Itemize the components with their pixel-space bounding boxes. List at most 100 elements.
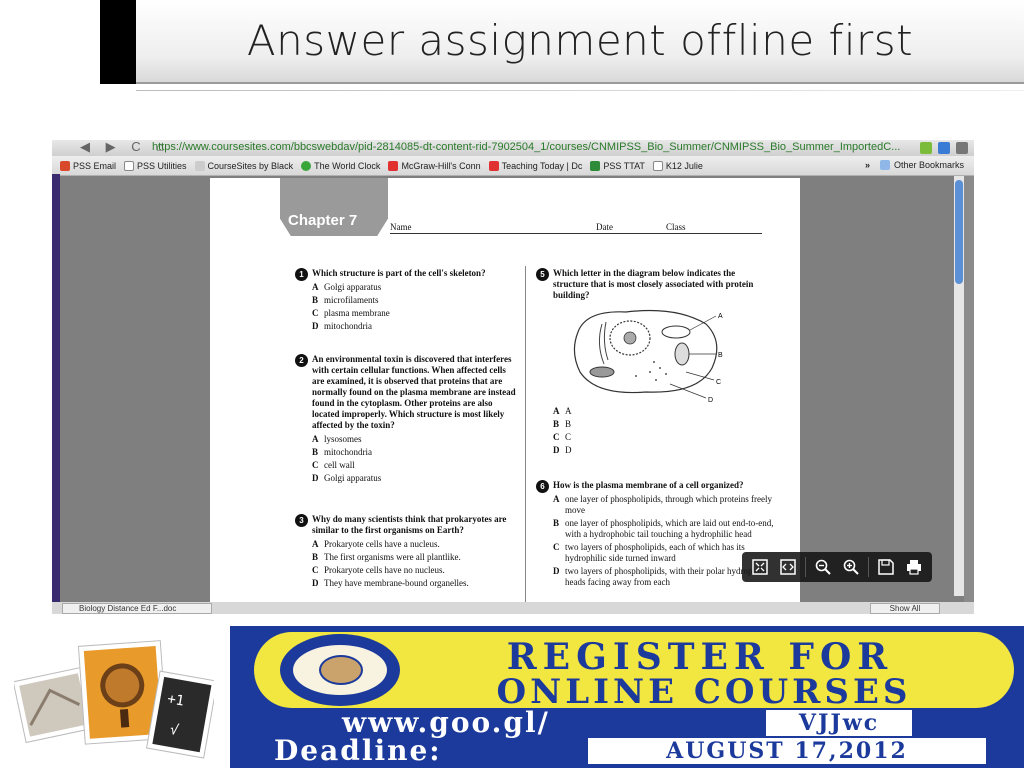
option-b: B The first organisms were all plantlike. [312, 552, 524, 563]
option-letter: A [312, 434, 319, 444]
url-text[interactable]: https://www.coursesites.com/bbcswebdav/p… [152, 141, 900, 153]
option-letter: D [312, 473, 319, 483]
chapter-label: Chapter 7 [288, 212, 358, 229]
download-bar: Biology Distance Ed F...doc Show All [52, 602, 974, 614]
question-stem: Why do many scientists think that prokar… [312, 514, 507, 535]
registration-banner: REGISTER FOR ONLINE COURSES www.goo.gl/ … [230, 626, 1024, 768]
class-label: Class [666, 222, 686, 232]
question-number: 5 [536, 268, 549, 281]
registration-url-code[interactable]: VJJwc [766, 710, 912, 736]
extension-icon[interactable] [920, 142, 932, 154]
option-letter: B [312, 295, 319, 305]
option-b: BB [553, 419, 613, 430]
title-accent-block [100, 0, 136, 84]
option-a: Aone layer of phospholipids, through whi… [553, 494, 779, 516]
option-text: Golgi apparatus [324, 282, 382, 292]
option-text: Prokaryote cells have no nucleus. [324, 565, 445, 575]
fit-width-button[interactable] [777, 556, 799, 578]
show-all-button[interactable]: Show All [870, 603, 940, 614]
save-button[interactable] [875, 556, 897, 578]
folder-icon [879, 160, 890, 170]
option-letter: A [312, 539, 319, 549]
option-text: The first organisms were all plantlike. [324, 552, 461, 562]
print-icon [907, 560, 921, 575]
diagram-label-d: D [708, 397, 713, 402]
bookmark-icon [488, 160, 499, 171]
toolbar-separator [868, 557, 869, 577]
deadline-date: AUGUST 17,2012 [588, 738, 986, 764]
page-icon [652, 160, 663, 171]
question-stem: An environmental toxin is discovered tha… [312, 354, 516, 430]
worksheet-page: Chapter 7 Name Date Class 1 Which struct… [210, 178, 800, 602]
sync-icon[interactable] [938, 142, 950, 154]
address-bar[interactable]: ◀ ▶ C ⌂ https://www.coursesites.com/bbcs… [52, 140, 974, 156]
download-item[interactable]: Biology Distance Ed F...doc [62, 603, 212, 614]
bookmark-k12-julie[interactable]: K12 Julie [652, 160, 703, 171]
bookmark-teaching-today[interactable]: Teaching Today | Dc [488, 160, 583, 171]
zoom-in-button[interactable] [840, 556, 862, 578]
option-text: D [565, 445, 572, 455]
clock-icon [301, 160, 312, 171]
option-a: AA [553, 406, 613, 417]
question-stem: Which structure is part of the cell's sk… [312, 268, 486, 278]
bookmark-pss-utilities[interactable]: PSS Utilities [124, 160, 187, 171]
option-letter: B [312, 447, 319, 457]
option-d: Dmitochondria [312, 321, 517, 332]
option-letter: C [553, 542, 560, 552]
bookmark-label: PSS Email [73, 160, 117, 171]
option-text: A [565, 406, 572, 416]
option-letter: A [553, 406, 560, 416]
bookmark-pss-email[interactable]: PSS Email [60, 160, 117, 171]
name-date-class-line: Name Date Class [390, 222, 762, 234]
wrench-icon[interactable] [956, 142, 968, 154]
photo-collage: +1 √ [14, 640, 214, 759]
option-c: Ccell wall [312, 460, 519, 471]
option-text: Golgi apparatus [324, 473, 382, 483]
option-letter: C [312, 308, 319, 318]
chevron-right-icon[interactable]: » [865, 160, 870, 170]
seal-ring [291, 643, 389, 697]
option-text: cell wall [324, 460, 355, 470]
option-c: C Prokaryote cells have no nucleus. [312, 565, 524, 576]
option-d: D They have membrane-bound organelles. [312, 578, 524, 589]
question-number: 2 [295, 354, 308, 367]
bookmark-icon [388, 160, 399, 171]
question-number: 3 [295, 514, 308, 527]
option-d: DD [553, 445, 613, 456]
print-button[interactable] [903, 556, 925, 578]
bookmark-label: CourseSites by Black [207, 160, 294, 171]
banner-yellow-panel: REGISTER FOR ONLINE COURSES [254, 632, 1014, 712]
column-divider [525, 266, 526, 602]
cell-diagram: A B C D [573, 309, 723, 402]
diagram-label-a: A [718, 313, 723, 320]
option-letter: A [312, 282, 319, 292]
option-a: A Prokaryote cells have a nucleus. [312, 539, 524, 550]
option-letter: C [312, 460, 319, 470]
zoom-out-button[interactable] [812, 556, 834, 578]
question-number: 1 [295, 268, 308, 281]
option-letter: A [553, 494, 560, 504]
bookmark-pss-ttat[interactable]: PSS TTAT [590, 160, 645, 171]
option-c: CC [553, 432, 613, 443]
option-text: B [565, 419, 572, 429]
document-viewer: Chapter 7 Name Date Class 1 Which struct… [60, 176, 964, 602]
diagram-label-c: C [716, 379, 721, 386]
option-text: C [565, 432, 572, 442]
bookmark-label: Teaching Today | Dc [501, 160, 583, 171]
bookmark-coursesites[interactable]: CourseSites by Black [194, 160, 294, 171]
bookmark-label: PSS TTAT [603, 160, 645, 171]
option-a: A Golgi apparatus [312, 282, 517, 293]
other-bookmarks[interactable]: » Other Bookmarks [865, 160, 964, 170]
fit-page-button[interactable] [749, 556, 771, 578]
option-text: lysosomes [324, 434, 362, 444]
option-letter: D [312, 321, 319, 331]
question-number: 6 [536, 480, 549, 493]
question-stem: How is the plasma membrane of a cell org… [553, 480, 744, 490]
bookmark-world-clock[interactable]: The World Clock [301, 160, 381, 171]
bookmark-label: The World Clock [314, 160, 381, 171]
seal-emblem [319, 655, 363, 685]
option-letter: D [312, 578, 319, 588]
scrollbar-thumb[interactable] [955, 180, 963, 284]
bookmark-mcgraw-hill[interactable]: McGraw-Hill's Conn [388, 160, 481, 171]
option-text: plasma membrane [324, 308, 390, 318]
